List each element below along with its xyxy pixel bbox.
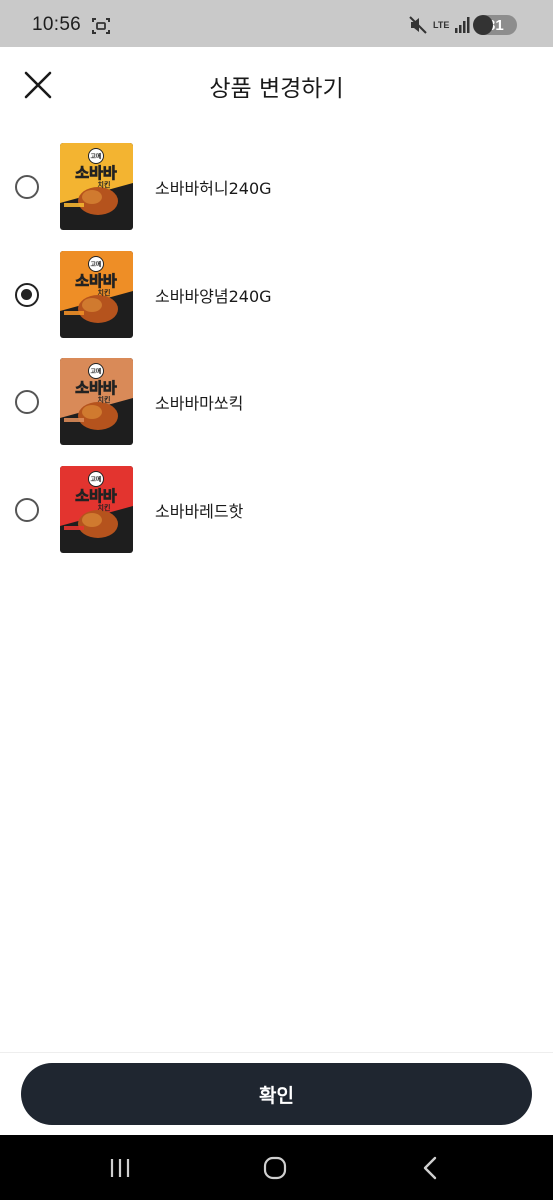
radio-button[interactable] [15, 498, 39, 522]
home-icon[interactable] [260, 1155, 290, 1181]
back-icon[interactable] [416, 1155, 446, 1181]
product-package-image: 고메소바바치킨 [60, 143, 133, 230]
radio-button[interactable] [15, 390, 39, 414]
charging-icon [473, 15, 493, 35]
radio-button[interactable] [15, 283, 39, 307]
page-title: 상품 변경하기 [209, 76, 344, 102]
status-bar: 10:56 LTE 31 [0, 0, 553, 47]
package-title-text: 소바바 [75, 272, 117, 290]
package-sub-text: 치킨 [98, 395, 111, 404]
product-package-image: 고메소바바치킨 [60, 466, 133, 553]
battery-icon: 31 [473, 15, 517, 35]
package-brand-text: 고메 [90, 261, 102, 269]
screenshot-icon [92, 18, 110, 34]
product-name: 소바바허니240G [155, 179, 272, 198]
product-option[interactable]: 고메소바바 치킨 소바바허니240G [0, 135, 553, 231]
product-package-image: 고메소바바치킨 [60, 251, 133, 338]
product-thumbnail: 고메소바바 치킨 [60, 251, 133, 338]
product-name: 소바바레드핫 [155, 502, 244, 521]
package-sub-text: 치킨 [98, 288, 111, 297]
package-sub-text: 치킨 [98, 503, 111, 512]
product-name: 소바바양념240G [155, 287, 272, 306]
radio-button[interactable] [15, 175, 39, 199]
package-brand-text: 고메 [90, 476, 102, 484]
navigation-bar [0, 1135, 553, 1200]
product-thumbnail: 고메소바바 치킨 [60, 358, 133, 445]
network-type: LTE [433, 19, 450, 30]
recent-apps-icon[interactable] [105, 1155, 135, 1181]
status-icons: LTE 31 [408, 15, 517, 35]
package-sub-text: 치킨 [98, 180, 111, 189]
mute-icon [409, 16, 427, 34]
product-option[interactable]: 고메소바바 치킨 소바바레드핫 [0, 458, 553, 554]
package-brand-text: 고메 [90, 368, 102, 376]
confirm-button[interactable]: 확인 [21, 1063, 532, 1125]
product-thumbnail: 고메소바바 치킨 [60, 143, 133, 230]
package-title-text: 소바바 [75, 379, 117, 397]
product-option[interactable]: 고메소바바 치킨 소바바양념240G [0, 243, 553, 339]
signal-icon [455, 17, 470, 33]
product-package-image: 고메소바바치킨 [60, 358, 133, 445]
status-time: 10:56 [32, 14, 82, 35]
header: 상품 변경하기 [0, 47, 553, 127]
package-title-text: 소바바 [75, 487, 117, 505]
product-name: 소바바마쏘킥 [155, 394, 244, 413]
package-brand-text: 고메 [90, 153, 102, 161]
package-title-text: 소바바 [75, 164, 117, 182]
divider [0, 1052, 553, 1053]
product-thumbnail: 고메소바바 치킨 [60, 466, 133, 553]
product-option[interactable]: 고메소바바 치킨 소바바마쏘킥 [0, 350, 553, 446]
